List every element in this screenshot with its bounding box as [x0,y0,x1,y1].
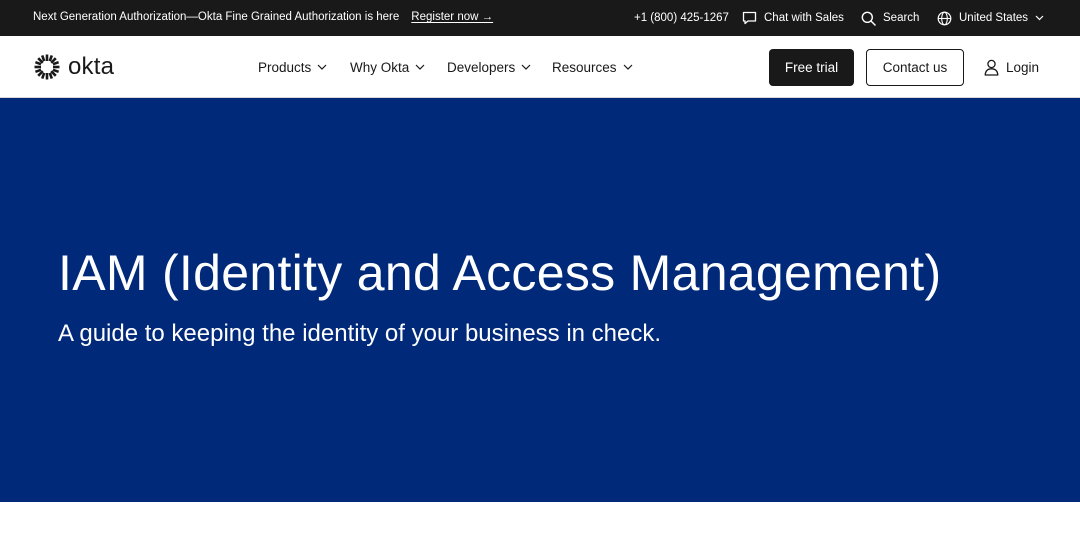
chat-with-sales-label: Chat with Sales [764,12,844,24]
region-selector[interactable]: United States [937,0,1051,36]
search-button[interactable]: Search [861,0,919,36]
chevron-down-icon [521,64,531,70]
contact-us-button[interactable]: Contact us [866,49,964,86]
login-button[interactable]: Login [984,36,1039,98]
nav-item-label: Developers [447,59,516,75]
user-icon [984,59,999,76]
chat-bubble-icon [742,11,757,25]
chevron-down-icon [415,64,425,70]
announcement-bar: Next Generation Authorization—Okta Fine … [0,0,1080,36]
login-label: Login [1006,59,1040,75]
page-subtitle: A guide to keeping the identity of your … [58,320,662,347]
globe-icon [937,11,952,25]
chevron-down-icon [317,64,327,70]
nav-item-resources[interactable]: Resources [552,36,633,98]
nav-item-label: Products [258,59,312,75]
region-label: United States [959,12,1029,24]
announcement-text: Next Generation Authorization—Okta Fine … [33,11,400,23]
chat-with-sales-button[interactable]: Chat with Sales [742,0,844,36]
okta-sunburst-icon [34,54,60,80]
chevron-down-icon [623,64,632,70]
nav-item-products[interactable]: Products [258,36,327,98]
announcement: Next Generation Authorization—Okta Fine … [33,11,493,23]
nav-item-developers[interactable]: Developers [447,36,531,98]
main-nav: okta Products Why Okta Developers Resour… [0,36,1080,98]
phone-link[interactable]: +1 (800) 425-1267 [634,0,729,36]
search-label: Search [883,12,920,24]
nav-item-why-okta[interactable]: Why Okta [350,36,425,98]
free-trial-button[interactable]: Free trial [769,49,854,86]
nav-item-label: Why Okta [350,59,410,75]
register-now-link[interactable]: Register now → [411,11,493,23]
okta-logo[interactable]: okta [33,53,114,81]
phone-number: +1 (800) 425-1267 [634,12,729,24]
page-title: IAM (Identity and Access Management) [58,245,942,301]
search-icon [861,11,876,26]
nav-item-label: Resources [552,59,617,75]
okta-wordmark: okta [68,53,115,80]
hero-banner: IAM (Identity and Access Management) A g… [0,98,1080,502]
chevron-down-icon [1035,15,1044,21]
